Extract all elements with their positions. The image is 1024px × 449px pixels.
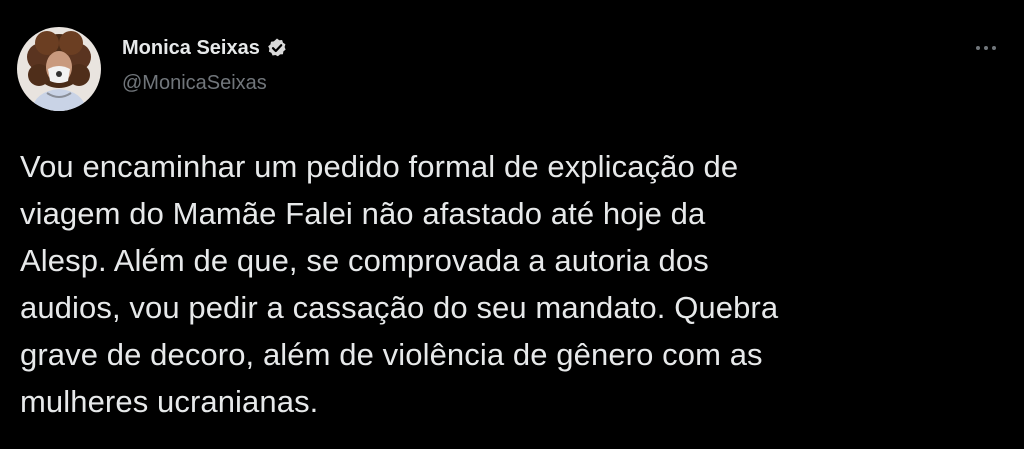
tweet-text-line: viagem do Mamãe Falei não afastado até h… — [20, 196, 706, 231]
tweet-text-line: grave de decoro, além de violência de gê… — [20, 337, 763, 372]
tweet-text-line: Alesp. Além de que, se comprovada a auto… — [20, 243, 709, 278]
tweet: Monica Seixas @MonicaSeixas Vou encaminh… — [0, 0, 1024, 449]
author-name-row[interactable]: Monica Seixas — [122, 34, 288, 62]
avatar-photo-icon — [17, 27, 101, 111]
tweet-text-line: audios, vou pedir a cassação do seu mand… — [20, 290, 779, 325]
more-horizontal-icon — [976, 46, 996, 50]
author-handle[interactable]: @MonicaSeixas — [122, 72, 267, 95]
author-display-name[interactable]: Monica Seixas — [122, 37, 260, 60]
author-avatar[interactable] — [17, 27, 101, 111]
more-options-button[interactable] — [968, 33, 1004, 63]
tweet-text-line: Vou encaminhar um pedido formal de expli… — [20, 149, 739, 184]
tweet-text-line: mulheres ucranianas. — [20, 384, 319, 419]
tweet-text: Vou encaminhar um pedido formal de expli… — [20, 143, 1010, 425]
verified-badge-icon — [266, 37, 288, 59]
